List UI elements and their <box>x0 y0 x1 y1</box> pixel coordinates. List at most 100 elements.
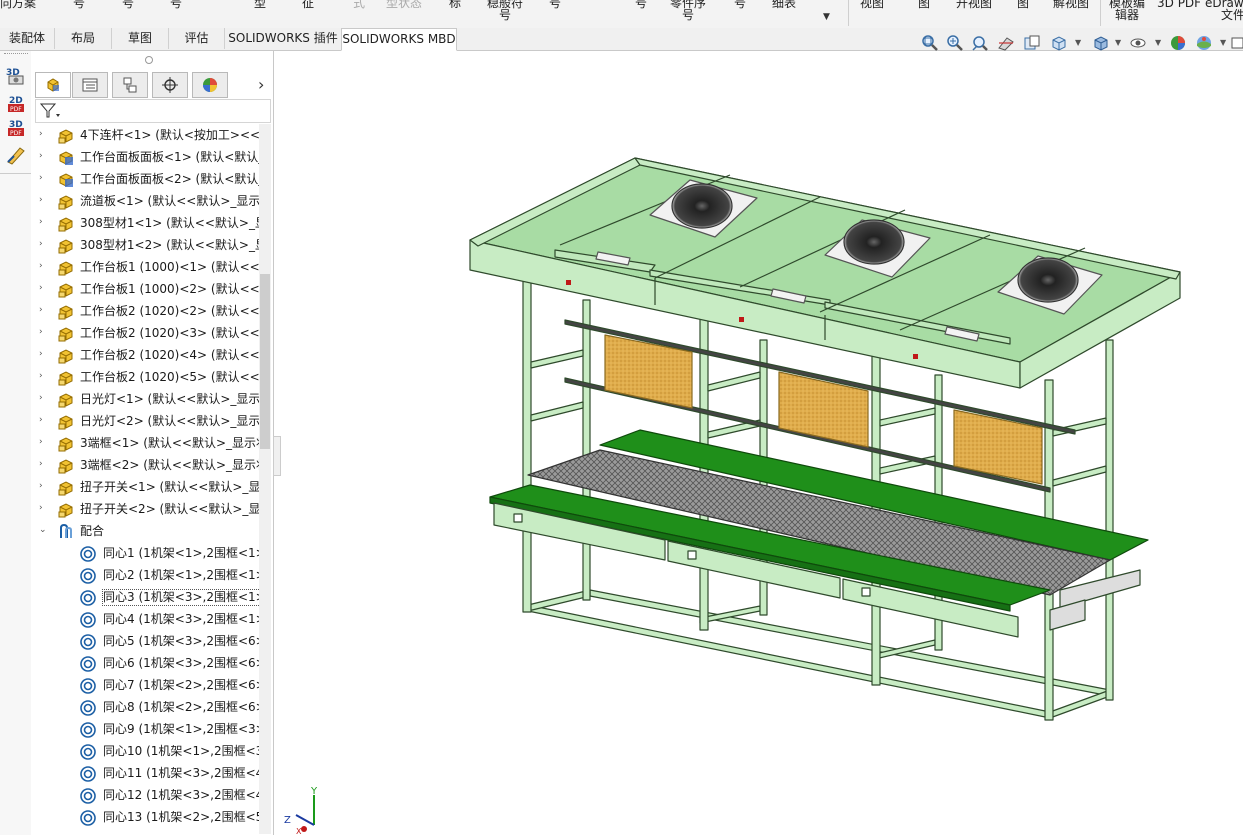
mate-item[interactable]: 同心2 (1机架<1>,2围框<1> <box>31 565 259 587</box>
expand-arrow-icon[interactable]: › <box>39 349 43 359</box>
ribbon-label[interactable]: 式 <box>353 0 365 9</box>
mate-item[interactable]: 同心10 (1机架<1>,2围框<3 <box>31 741 259 763</box>
previous-view-icon[interactable] <box>970 33 990 53</box>
expand-arrow-icon[interactable]: › <box>39 173 43 183</box>
mate-item[interactable]: 同心3 (1机架<3>,2围框<1> <box>31 587 259 609</box>
collapse-arrow-icon[interactable]: ⌄ <box>39 525 47 535</box>
more-tabs-arrow[interactable]: › <box>258 75 264 94</box>
tree-component-item[interactable]: › 工作台板2 (1020)<4> (默认<<默 <box>31 345 259 367</box>
ribbon-label[interactable]: 号 <box>170 0 182 9</box>
tree-component-item[interactable]: › 308型材1<2> (默认<<默认>_显 <box>31 235 259 257</box>
zoom-to-fit-icon[interactable] <box>920 33 940 53</box>
publish-2d-pdf-icon[interactable]: 2D PDF <box>4 93 28 115</box>
propertymanager-icon[interactable] <box>72 72 108 98</box>
ribbon-label[interactable]: 3D PDF <box>1157 0 1201 9</box>
ribbon-label[interactable]: 解视图 <box>1053 0 1089 9</box>
tab-assembly[interactable]: 装配体 <box>0 28 55 49</box>
expand-arrow-icon[interactable]: › <box>39 327 43 337</box>
tab-evaluate[interactable]: 评估 <box>169 28 225 49</box>
ribbon-label[interactable]: 开视图 <box>956 0 992 9</box>
expand-arrow-icon[interactable]: › <box>39 437 43 447</box>
chevron-down-icon[interactable]: ▼ <box>823 12 830 22</box>
expand-arrow-icon[interactable]: › <box>39 481 43 491</box>
ribbon-label[interactable]: 零件序号 <box>666 0 710 21</box>
workbench-3d-model[interactable]: Y Z X <box>282 51 1243 835</box>
tab-solidworks-addins[interactable]: SOLIDWORKS 插件 <box>225 28 342 49</box>
tab-solidworks-mbd[interactable]: SOLIDWORKS MBD <box>341 28 457 51</box>
tree-component-item[interactable]: › 工作台面板面板<2> (默认<默认_ <box>31 169 259 191</box>
ribbon-label[interactable]: 号 <box>734 0 746 9</box>
mate-item[interactable]: 同心8 (1机架<2>,2围框<6> <box>31 697 259 719</box>
featuremanager-tree-icon[interactable] <box>35 72 71 98</box>
tree-component-item[interactable]: › 工作台板2 (1020)<2> (默认<<默 <box>31 301 259 323</box>
tree-component-item[interactable]: › 扭子开关<2> (默认<<默认>_显示 <box>31 499 259 521</box>
mbd-dimension-icon[interactable] <box>4 144 28 166</box>
chevron-down-icon[interactable]: ▼ <box>1155 38 1161 47</box>
dimxpertmanager-icon[interactable] <box>152 72 188 98</box>
tree-component-item[interactable]: › 工作台面板面板<1> (默认<默认_ <box>31 147 259 169</box>
expand-arrow-icon[interactable]: › <box>39 415 43 425</box>
ribbon-label[interactable]: 图 <box>918 0 930 9</box>
ribbon-label[interactable]: 型 <box>254 0 266 9</box>
view-orientation-icon[interactable] <box>1049 33 1069 53</box>
tree-scrollbar[interactable] <box>259 124 271 834</box>
mate-item[interactable]: 同心5 (1机架<3>,2围框<6> <box>31 631 259 653</box>
section-view-icon[interactable] <box>996 33 1016 53</box>
tab-sketch[interactable]: 草图 <box>112 28 169 49</box>
zoom-to-area-icon[interactable] <box>945 33 965 53</box>
expand-arrow-icon[interactable]: › <box>39 151 43 161</box>
displaymanager-icon[interactable] <box>192 72 228 98</box>
filter-icon[interactable] <box>39 102 61 123</box>
expand-arrow-icon[interactable]: › <box>39 283 43 293</box>
mate-item[interactable]: 同心9 (1机架<1>,2围框<3> <box>31 719 259 741</box>
tree-component-item[interactable]: › 日光灯<1> (默认<<默认>_显示状 <box>31 389 259 411</box>
tree-filter-bar[interactable] <box>35 99 271 123</box>
expand-arrow-icon[interactable]: › <box>39 393 43 403</box>
3d-views-icon[interactable]: 3D <box>4 65 28 87</box>
ribbon-label[interactable]: 视图 <box>860 0 884 9</box>
tree-component-item[interactable]: › 工作台板2 (1020)<3> (默认<<默 <box>31 323 259 345</box>
expand-arrow-icon[interactable]: › <box>39 129 43 139</box>
edit-appearance-icon[interactable] <box>1168 33 1188 53</box>
mate-item[interactable]: 同心6 (1机架<3>,2围框<6> <box>31 653 259 675</box>
tree-component-item[interactable]: › 扭子开关<1> (默认<<默认>_显示 <box>31 477 259 499</box>
expand-arrow-icon[interactable]: › <box>39 261 43 271</box>
ribbon-label[interactable]: 号 <box>122 0 134 9</box>
chevron-down-icon[interactable]: ▼ <box>1115 38 1121 47</box>
expand-arrow-icon[interactable]: › <box>39 239 43 249</box>
mate-item[interactable]: 同心4 (1机架<3>,2围框<1> <box>31 609 259 631</box>
tree-component-item[interactable]: › 3端框<1> (默认<<默认>_显示状 <box>31 433 259 455</box>
expand-arrow-icon[interactable]: › <box>39 459 43 469</box>
tree-component-item[interactable]: › 日光灯<2> (默认<<默认>_显示状 <box>31 411 259 433</box>
tree-component-item[interactable]: › 4下连杆<1> (默认<按加工><<默 <box>31 125 259 147</box>
expand-arrow-icon[interactable]: › <box>39 503 43 513</box>
ribbon-label[interactable]: 号 <box>635 0 647 9</box>
expand-arrow-icon[interactable]: › <box>39 305 43 315</box>
expand-arrow-icon[interactable]: › <box>39 217 43 227</box>
dynamic-annotation-icon[interactable] <box>1022 33 1042 53</box>
mate-item[interactable]: 同心11 (1机架<3>,2围框<4 <box>31 763 259 785</box>
panel-grip[interactable] <box>145 56 153 64</box>
ribbon-label[interactable]: 征 <box>302 0 314 9</box>
hide-show-icon[interactable] <box>1128 33 1148 53</box>
ribbon-label[interactable]: 向方案 <box>0 0 36 9</box>
publish-3d-pdf-icon[interactable]: 3D PDF <box>4 117 28 139</box>
scrollbar-thumb[interactable] <box>260 274 270 449</box>
mates-folder[interactable]: ⌄ 配合 <box>31 521 259 543</box>
mate-item[interactable]: 同心1 (1机架<1>,2围框<1> <box>31 543 259 565</box>
apply-scene-icon[interactable] <box>1194 33 1214 53</box>
tree-component-item[interactable]: › 流道板<1> (默认<<默认>_显示状 <box>31 191 259 213</box>
mate-item[interactable]: 同心7 (1机架<2>,2围框<6> <box>31 675 259 697</box>
ribbon-label[interactable]: 细表 <box>772 0 796 9</box>
mate-item[interactable]: 同心12 (1机架<3>,2围框<4 <box>31 785 259 807</box>
tab-layout[interactable]: 布局 <box>55 28 112 49</box>
tree-component-item[interactable]: › 308型材1<1> (默认<<默认>_显 <box>31 213 259 235</box>
chevron-down-icon[interactable]: ▼ <box>1220 38 1226 47</box>
tree-component-item[interactable]: › 工作台板1 (1000)<1> (默认<<默 <box>31 257 259 279</box>
ribbon-label[interactable]: 稳般符号 <box>485 0 525 21</box>
chevron-down-icon[interactable]: ▼ <box>1075 38 1081 47</box>
ribbon-label[interactable]: 号 <box>73 0 85 9</box>
tree-component-item[interactable]: › 3端框<2> (默认<<默认>_显示状 <box>31 455 259 477</box>
configurationmanager-icon[interactable] <box>112 72 148 98</box>
ribbon-label[interactable]: 标 <box>449 0 461 9</box>
